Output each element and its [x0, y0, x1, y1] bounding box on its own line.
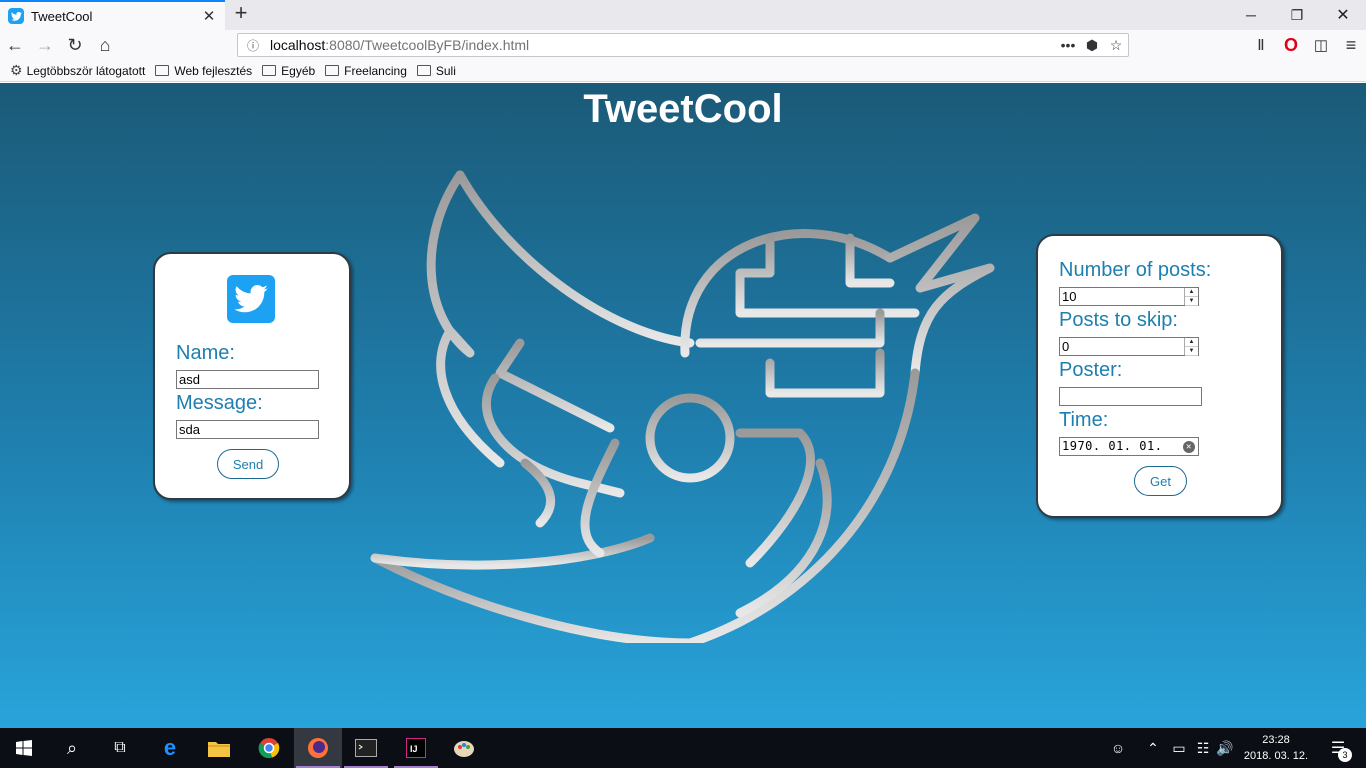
- search-icon[interactable]: ⌕: [48, 728, 96, 768]
- message-input[interactable]: sda: [176, 420, 319, 439]
- home-icon[interactable]: ⌂: [94, 34, 116, 56]
- windows-start-icon[interactable]: [0, 728, 48, 768]
- page-title: TweetCool: [583, 87, 783, 131]
- bookmark-folder[interactable]: Web fejlesztés: [155, 64, 252, 78]
- paint-icon[interactable]: [440, 728, 488, 768]
- page-content: TweetCool Name: asd Message: sda Send Nu…: [0, 83, 1366, 728]
- people-icon[interactable]: ☺: [1106, 728, 1130, 768]
- library-icon[interactable]: Ⅱ: [1250, 34, 1272, 56]
- url-bar[interactable]: ⓘ localhost:8080/TweetcoolByFB/index.htm…: [237, 33, 1129, 57]
- bookmark-folder[interactable]: Egyéb: [262, 64, 315, 78]
- poster-label: Poster:: [1059, 359, 1123, 381]
- name-input[interactable]: asd: [176, 370, 319, 389]
- page-actions-icon[interactable]: •••: [1056, 37, 1080, 53]
- number-of-posts-input[interactable]: 10 ▲ ▼: [1059, 287, 1199, 306]
- svg-text:IJ: IJ: [410, 744, 418, 754]
- filter-form-card: Number of posts: 10 ▲ ▼ Posts to skip: 0 …: [1036, 234, 1283, 518]
- forward-arrow-icon[interactable]: →: [34, 34, 56, 56]
- notifications-icon[interactable]: ☰ 3: [1318, 728, 1358, 768]
- wifi-icon[interactable]: ☷: [1192, 728, 1214, 768]
- task-view-icon[interactable]: ⧉: [96, 728, 144, 768]
- opera-icon[interactable]: O: [1280, 34, 1302, 56]
- time-label: Time:: [1059, 409, 1109, 431]
- minimize-icon[interactable]: ─: [1228, 0, 1274, 30]
- pocket-icon[interactable]: ⬢: [1080, 37, 1104, 54]
- battery-icon[interactable]: ▭: [1168, 728, 1190, 768]
- firefox-icon[interactable]: [294, 728, 342, 768]
- bookmark-item[interactable]: ⚙ Legtöbbször látogatott: [10, 62, 145, 79]
- browser-tab[interactable]: TweetCool ✕: [0, 0, 225, 30]
- restore-icon[interactable]: ❐: [1274, 0, 1320, 30]
- posts-to-skip-input[interactable]: 0 ▲ ▼: [1059, 337, 1199, 356]
- bookmarks-toolbar: ⚙ Legtöbbször látogatott Web fejlesztés …: [0, 60, 1366, 82]
- back-arrow-icon[interactable]: ←: [4, 34, 26, 56]
- twitter-favicon-icon: [8, 8, 24, 24]
- post-form-card: Name: asd Message: sda Send: [153, 252, 351, 500]
- folder-icon: [325, 65, 340, 76]
- bookmark-folder[interactable]: Freelancing: [325, 64, 407, 78]
- url-text[interactable]: localhost:8080/TweetcoolByFB/index.html: [270, 37, 1056, 53]
- clear-date-icon[interactable]: ✕: [1183, 441, 1195, 453]
- terminal-icon[interactable]: [342, 728, 390, 768]
- sidebar-icon[interactable]: ◫: [1310, 34, 1332, 56]
- chrome-icon[interactable]: [245, 728, 293, 768]
- twitter-bird-icon: [227, 275, 275, 323]
- chevron-up-icon[interactable]: ⌃: [1142, 728, 1164, 768]
- notification-count-badge: 3: [1338, 748, 1352, 762]
- poster-input[interactable]: [1059, 387, 1202, 406]
- new-tab-button[interactable]: +: [230, 2, 252, 25]
- number-spinner[interactable]: ▲ ▼: [1184, 288, 1198, 306]
- close-tab-icon[interactable]: ✕: [201, 7, 217, 25]
- folder-icon: [262, 65, 277, 76]
- number-of-posts-label: Number of posts:: [1059, 259, 1212, 281]
- number-spinner[interactable]: ▲ ▼: [1184, 338, 1198, 356]
- info-icon[interactable]: ⓘ: [242, 37, 264, 54]
- browser-tab-bar: TweetCool ✕ + ─ ❐ ✕: [0, 0, 1366, 30]
- file-explorer-icon[interactable]: [195, 728, 243, 768]
- windows-taskbar: ⌕ ⧉ e IJ ☺ ⌃ ▭ ☷ 🔊 23:28 2018. 03. 12. ☰…: [0, 728, 1366, 768]
- reload-icon[interactable]: ↻: [64, 34, 86, 56]
- folder-icon: [416, 65, 431, 76]
- intellij-icon[interactable]: IJ: [392, 728, 440, 768]
- maze-bird-logo: [370, 170, 995, 643]
- tab-title: TweetCool: [31, 8, 93, 24]
- menu-icon[interactable]: ≡: [1340, 34, 1362, 56]
- bookmark-star-icon[interactable]: ☆: [1104, 37, 1128, 54]
- send-button[interactable]: Send: [217, 449, 279, 479]
- volume-icon[interactable]: 🔊: [1214, 728, 1236, 768]
- taskbar-clock[interactable]: 23:28 2018. 03. 12.: [1240, 732, 1312, 764]
- close-window-icon[interactable]: ✕: [1320, 0, 1366, 30]
- gear-icon: ⚙: [10, 62, 23, 78]
- time-date-input[interactable]: 1970. 01. 01. ✕: [1059, 437, 1199, 456]
- name-label: Name:: [176, 342, 235, 364]
- posts-to-skip-label: Posts to skip:: [1059, 309, 1178, 331]
- folder-icon: [155, 65, 170, 76]
- get-button[interactable]: Get: [1134, 466, 1187, 496]
- edge-icon[interactable]: e: [146, 728, 194, 768]
- message-label: Message:: [176, 392, 263, 414]
- bookmark-folder[interactable]: Suli: [416, 64, 456, 78]
